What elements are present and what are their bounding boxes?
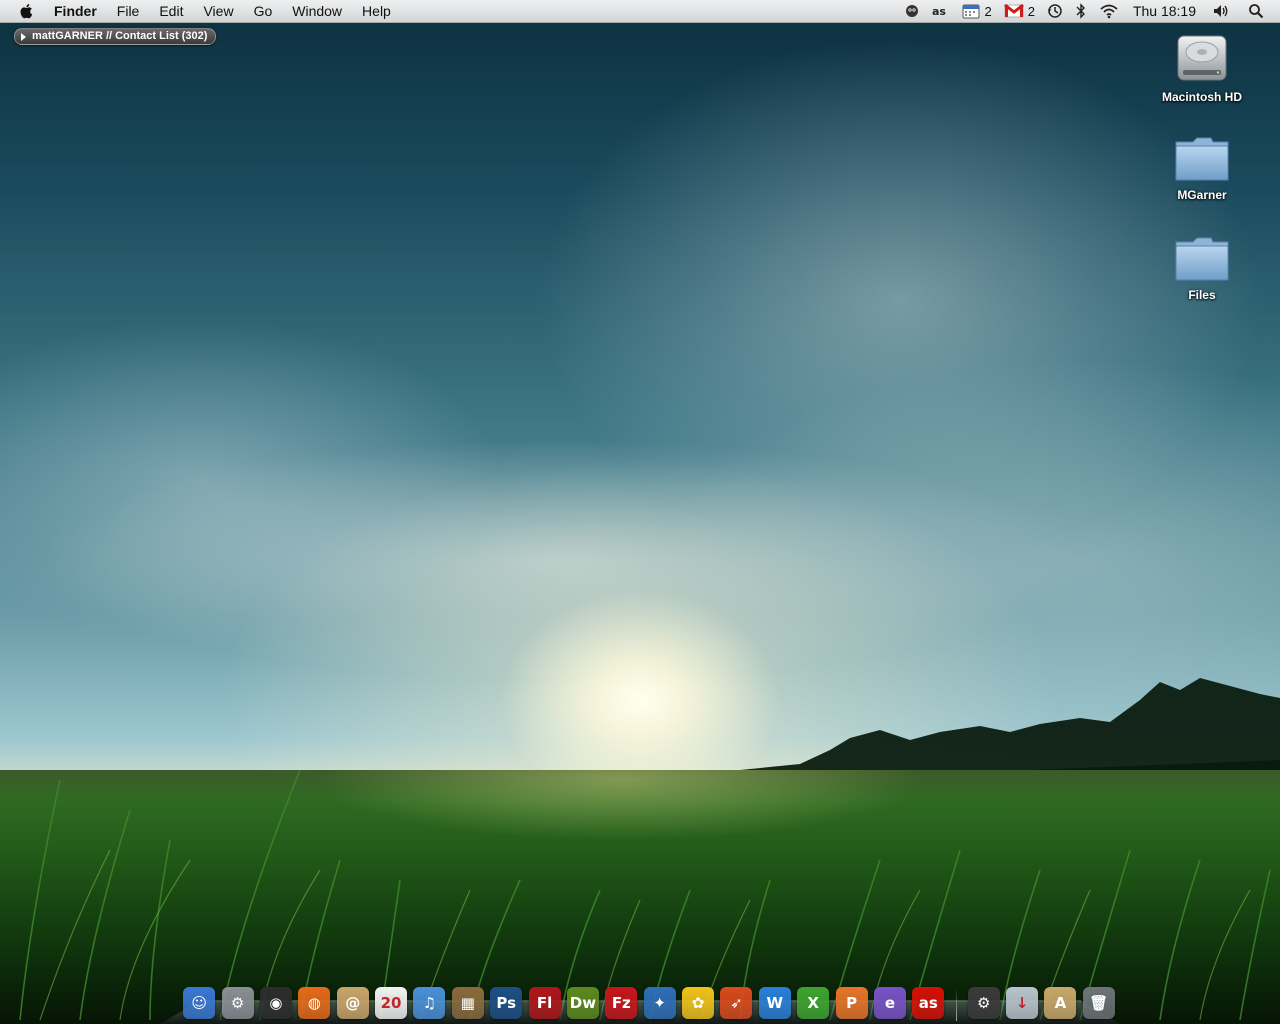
documents-stack-icon: A [1044,987,1077,1019]
adium-status-icon[interactable] [904,3,920,19]
entourage-dock-item[interactable]: e [873,985,907,1021]
excel-dock-item[interactable]: X [796,985,830,1021]
flash-dock-item[interactable]: Fl [528,985,562,1021]
transmit-dock-item[interactable]: ➶ [719,985,753,1021]
word-dock-item[interactable]: W [758,985,792,1021]
volume-icon[interactable] [1212,3,1230,19]
dashboard-icon: ◉ [259,987,292,1019]
gmail-count: 2 [1027,3,1035,19]
iphoto-dock-item[interactable]: ▦ [451,985,485,1021]
dock-items: ☺ ⚙ ◉ ◍ @20 ♫ ▦ Ps Fl Dw Fz ✦ ✿ ➶ W X Pe as ⚙ ↓ A 🗑 [180,975,1118,1021]
ical-dock-item[interactable]: 20 [374,985,408,1021]
adium-dock-item[interactable]: ✦ [643,985,677,1021]
dreamweaver-dock-item[interactable]: Dw [566,985,600,1021]
contact-list-label: mattGARNER // Contact List (302) [32,30,208,42]
lastfm-icon: as [912,987,945,1019]
menu-bar: Finder File Edit View Go Window Help as … [0,0,1280,23]
calendar-count: 2 [984,3,992,19]
dashboard-dock-item[interactable]: ◉ [259,985,293,1021]
desktop-icon-label: MGarner [1177,188,1227,202]
menu-window[interactable]: Window [282,0,352,22]
adium-icon: ✦ [643,987,676,1019]
spotlight-search-icon[interactable] [1248,3,1264,19]
address-book-icon: @ [336,987,369,1019]
applications-stack-dock-item[interactable]: ⚙ [967,985,1001,1021]
menu-go[interactable]: Go [244,0,283,22]
desktop-icon-macintosh-hd[interactable]: Macintosh HD [1147,30,1257,104]
folder-icon [1175,237,1229,281]
menu-view[interactable]: View [193,0,243,22]
disclosure-triangle-icon[interactable] [21,32,26,41]
hard-drive-icon [1177,35,1227,81]
documents-stack-dock-item[interactable]: A [1043,985,1077,1021]
menu-edit[interactable]: Edit [149,0,193,22]
photoshop-icon: Ps [490,987,523,1019]
wifi-icon[interactable] [1099,3,1119,19]
menu-help[interactable]: Help [352,0,401,22]
system-preferences-dock-item[interactable]: ⚙ [221,985,255,1021]
photoshop-dock-item[interactable]: Ps [489,985,523,1021]
dock: ☺ ⚙ ◉ ◍ @20 ♫ ▦ Ps Fl Dw Fz ✦ ✿ ➶ W X Pe as ⚙ ↓ A 🗑 [160,975,1120,1024]
finder-dock-item[interactable]: ☺ [182,985,216,1021]
powerpoint-icon: P [835,987,868,1019]
dreamweaver-icon: Dw [566,987,599,1019]
menu-app-finder[interactable]: Finder [54,0,107,22]
lastfm-status-icon[interactable]: as [932,4,950,18]
calendar-status-icon[interactable]: 2 [962,3,992,19]
apple-menu-icon[interactable] [18,2,36,20]
finder-icon: ☺ [183,987,216,1019]
downloads-stack-dock-item[interactable]: ↓ [1005,985,1039,1021]
trash-icon: 🗑 [1082,987,1115,1019]
applications-stack-icon: ⚙ [967,987,1000,1019]
menu-file[interactable]: File [107,0,150,22]
desktop-icon-label: Files [1188,288,1216,302]
dock-separator [955,987,957,1021]
desktop-icon-files[interactable]: Files [1147,234,1257,302]
trash-dock-item[interactable]: 🗑 [1082,985,1116,1021]
iphoto-icon: ▦ [451,987,484,1019]
word-icon: W [758,987,791,1019]
svg-text:as: as [932,5,946,18]
desktop-icon-label: Macintosh HD [1161,90,1242,104]
folder-icon [1175,137,1229,181]
cyberduck-dock-item[interactable]: ✿ [681,985,715,1021]
time-machine-icon[interactable] [1047,3,1063,19]
itunes-dock-item[interactable]: ♫ [412,985,446,1021]
cyberduck-icon: ✿ [682,987,715,1019]
ical-icon: 20 [375,987,408,1019]
entourage-icon: e [873,987,906,1019]
flash-icon: Fl [528,987,561,1019]
desktop-icon-mgarner[interactable]: MGarner [1147,134,1257,202]
filezilla-icon: Fz [605,987,638,1019]
excel-icon: X [797,987,830,1019]
itunes-icon: ♫ [413,987,446,1019]
filezilla-dock-item[interactable]: Fz [604,985,638,1021]
transmit-icon: ➶ [720,987,753,1019]
lastfm-dock-item[interactable]: as [911,985,945,1021]
menu-clock[interactable]: Thu 18:19 [1133,3,1196,19]
powerpoint-dock-item[interactable]: P [835,985,869,1021]
firefox-icon: ◍ [298,987,331,1019]
downloads-stack-icon: ↓ [1006,987,1039,1019]
contact-list-widget[interactable]: mattGARNER // Contact List (302) [14,28,217,45]
address-book-dock-item[interactable]: @ [336,985,370,1021]
system-preferences-icon: ⚙ [221,987,254,1019]
desktop: Finder File Edit View Go Window Help as … [0,0,1280,1024]
bluetooth-icon[interactable] [1075,3,1087,19]
firefox-dock-item[interactable]: ◍ [297,985,331,1021]
gmail-status-icon[interactable]: 2 [1003,3,1035,19]
